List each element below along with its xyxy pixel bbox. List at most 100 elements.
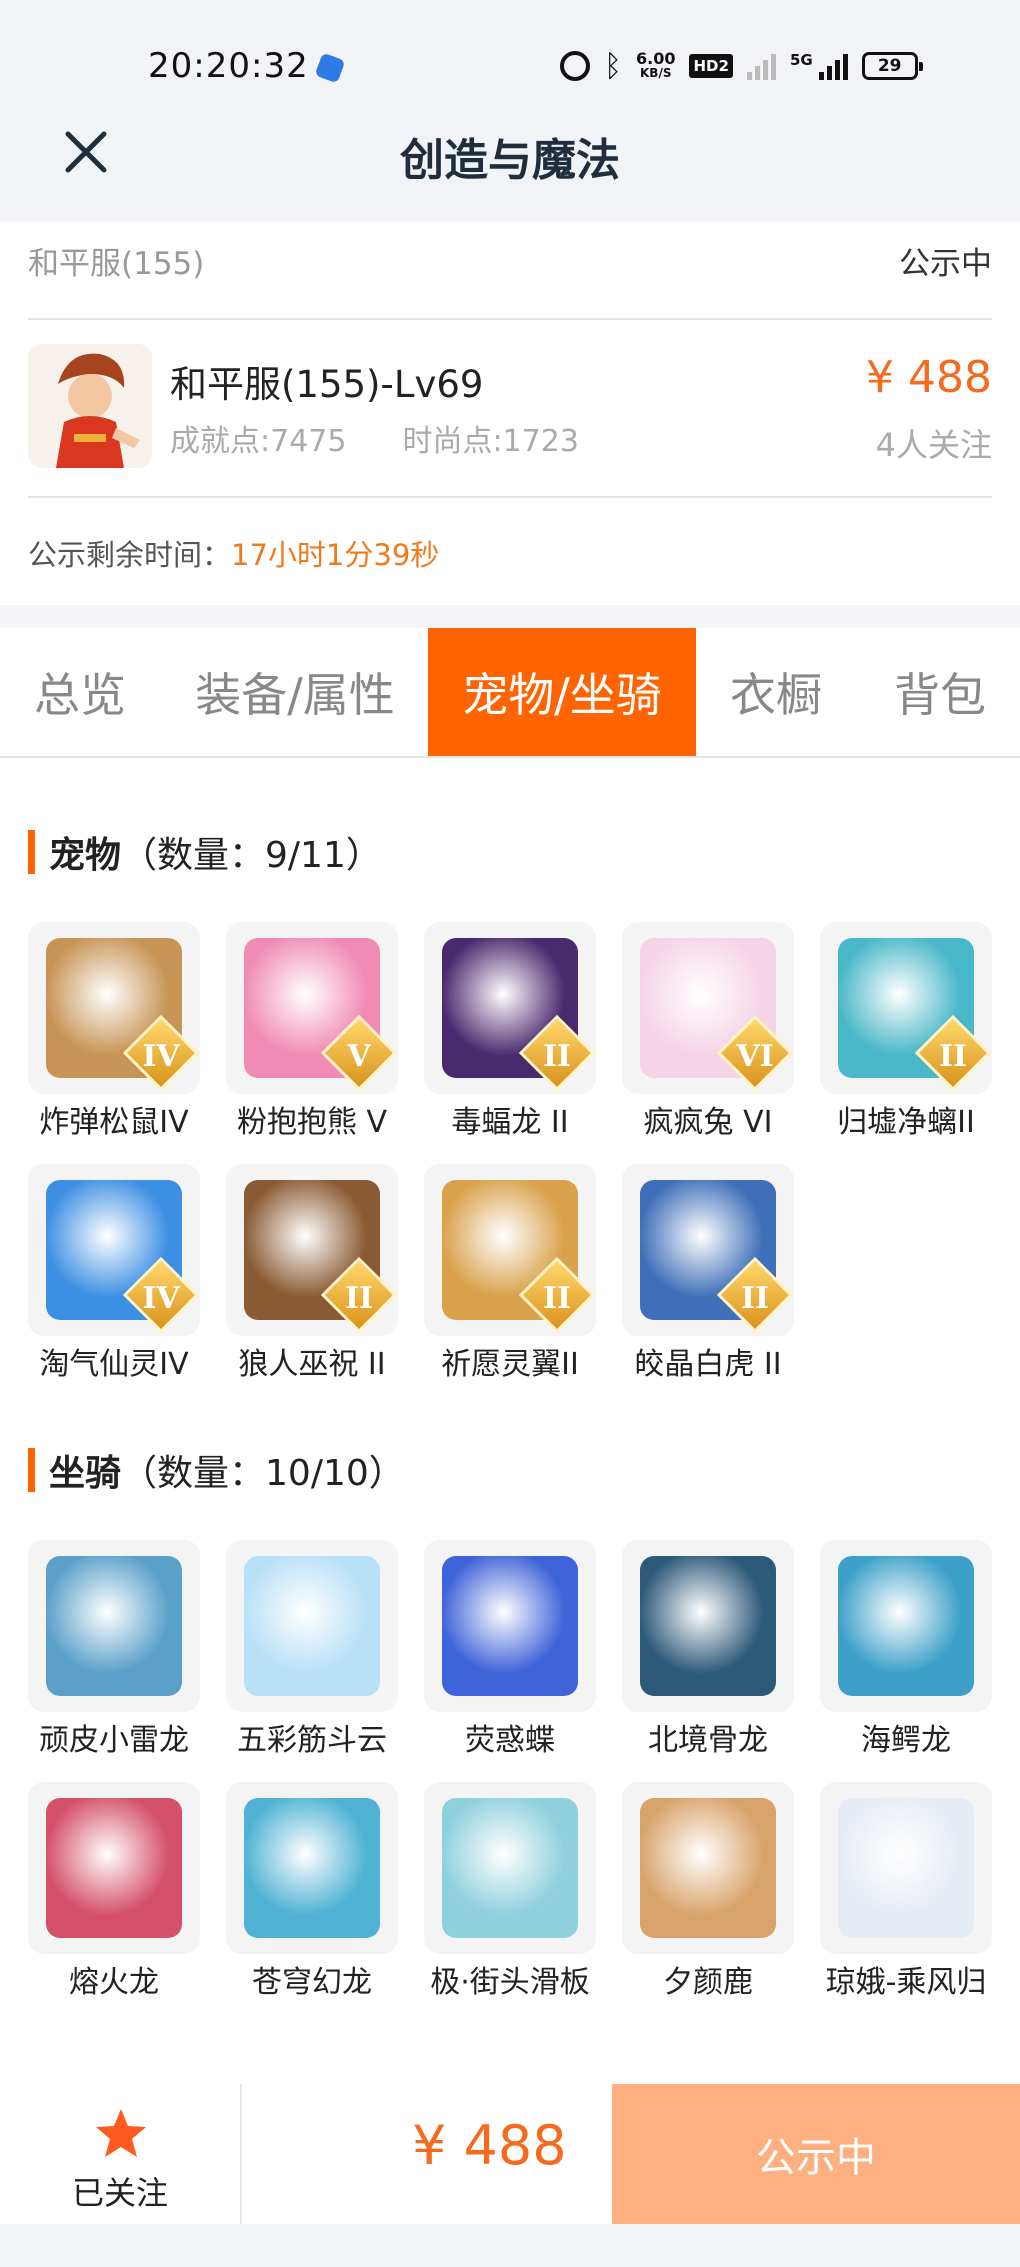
mount-image [442,1798,578,1938]
bottom-price: ¥ 488 [412,2114,567,2177]
mount-thumbnail [820,1782,992,1954]
status-button[interactable]: 公示中 [612,2084,1020,2224]
server-name: 和平服(155) [28,246,205,282]
pet-thumbnail: II [226,1164,398,1336]
status-time: 20:20:32 [148,46,309,86]
pet-item[interactable]: II 归墟净螭II [820,922,992,1144]
mount-item[interactable]: 北境骨龙 [622,1540,794,1762]
tab-overview[interactable]: 总览 [0,628,160,756]
pet-name: 皎晶白虎 II [634,1347,782,1382]
page-title: 创造与魔法 [400,135,620,186]
app-notification-icon [314,52,346,84]
mount-item[interactable]: 荧惑蝶 [424,1540,596,1762]
tab-equipment[interactable]: 装备/属性 [172,628,418,756]
mount-item[interactable]: 琼娥-乘风归 [820,1782,992,2004]
mounts-title: 坐骑 [49,1453,122,1494]
mount-image [46,1798,182,1938]
pet-item[interactable]: IV 炸弹松鼠IV [28,922,200,1144]
pet-thumbnail: IV [28,1164,200,1336]
follow-label: 已关注 [71,2174,168,2212]
status-icons: ᛒ 6.00 KB/S HD2 5G 29 [560,48,923,84]
pet-name: 炸弹松鼠IV [39,1105,189,1140]
pet-thumbnail: VI [622,922,794,1094]
mount-thumbnail [226,1782,398,1954]
mount-item[interactable]: 夕颜鹿 [622,1782,794,2004]
rank-badge-label: II [542,1281,572,1316]
tab-pets-mounts[interactable]: 宠物/坐骑 [428,628,696,756]
mount-image [46,1556,182,1696]
section-accent [28,830,35,874]
pet-thumbnail: II [622,1164,794,1336]
mount-item[interactable]: 五彩筋斗云 [226,1540,398,1762]
mounts-count: （数量：10/10） [121,1453,405,1494]
tab-bar: 总览 装备/属性 宠物/坐骑 衣橱 背包 [0,628,1020,758]
pet-name: 毒蝠龙 II [451,1105,569,1140]
pets-section-title: 宠物 （数量：9/11） [28,826,382,878]
follow-button[interactable]: 已关注 [0,2084,242,2224]
rank-badge-label: IV [142,1039,180,1074]
pet-item[interactable]: VI 疯疯兔 VI [622,922,794,1144]
mount-name: 琼娥-乘风归 [825,1965,987,2000]
network-speed-unit: KB/S [640,66,672,80]
mount-thumbnail [424,1540,596,1712]
tab-bag[interactable]: 背包 [860,628,1020,756]
pet-name: 归墟净螭II [837,1105,975,1140]
character-card[interactable]: 和平服(155)-Lv69 成就点:7475 时尚点:1723 ¥ 488 4人… [28,322,992,498]
mount-name: 北境骨龙 [648,1723,768,1758]
mount-image [244,1556,380,1696]
mount-image [640,1556,776,1696]
pet-item[interactable]: II 狼人巫祝 II [226,1164,398,1386]
mount-image [838,1556,974,1696]
rank-badge-label: V [347,1039,371,1074]
tab-wardrobe[interactable]: 衣橱 [706,628,846,756]
mount-name: 熔火龙 [69,1965,159,2000]
pet-item[interactable]: IV 淘气仙灵IV [28,1164,200,1386]
alarm-icon [560,51,590,81]
rank-badge-label: IV [142,1281,180,1316]
mount-item[interactable]: 顽皮小雷龙 [28,1540,200,1762]
countdown-label: 公示剩余时间： [28,538,232,572]
status-bar: 20:20:32 ᛒ 6.00 KB/S HD2 5G 29 [0,0,1020,118]
hd-badge: HD2 [689,54,733,78]
star-icon [96,2109,146,2157]
mount-name: 五彩筋斗云 [237,1723,387,1758]
pets-count: （数量：9/11） [121,835,382,876]
network-speed-value: 6.00 [636,49,676,68]
pets-grid: IV 炸弹松鼠IV V 粉抱抱熊 V II 毒蝠龙 II VI 疯疯兔 VI II 归墟净螭II I… [28,922,992,1382]
character-name: 和平服(155)-Lv69 [170,363,484,406]
follower-count: 4人关注 [875,426,992,464]
mount-image [442,1556,578,1696]
bottom-action-bar: 已关注 ¥ 488 公示中 [0,2084,1020,2224]
mount-item[interactable]: 极·街头滑板 [424,1782,596,2004]
countdown-value: 17小时1分39秒 [231,538,440,572]
mount-thumbnail [622,1782,794,1954]
mount-name: 苍穹幻龙 [252,1965,372,2000]
pet-name: 疯疯兔 VI [643,1105,773,1140]
network-speed: 6.00 KB/S [636,51,675,81]
mount-name: 海鳄龙 [861,1723,951,1758]
mounts-grid: 顽皮小雷龙 五彩筋斗云 荧惑蝶 北境骨龙 海鳄龙熔火龙 苍穹幻龙 极·街头滑板 夕颜鹿 琼娥-乘… [28,1540,992,2060]
pet-item[interactable]: II 毒蝠龙 II [424,922,596,1144]
mounts-section-title: 坐骑 （数量：10/10） [28,1444,405,1496]
mount-item[interactable]: 熔火龙 [28,1782,200,2004]
mount-image [244,1798,380,1938]
pet-thumbnail: II [820,922,992,1094]
rank-badge-label: II [542,1039,572,1074]
title-bar: 创造与魔法 [0,118,1020,222]
countdown-row: 公示剩余时间：17小时1分39秒 [28,532,439,574]
bluetooth-icon: ᛒ [604,48,622,84]
mount-item[interactable]: 苍穹幻龙 [226,1782,398,2004]
listing-content: 和平服(155) 公示中 和平服(155)-Lv69 成就点:7475 时尚点:… [0,222,1020,2084]
mount-thumbnail [820,1540,992,1712]
pet-item[interactable]: II 皎晶白虎 II [622,1164,794,1386]
battery-level: 29 [877,56,902,76]
pet-item[interactable]: II 祈愿灵翼II [424,1164,596,1386]
rank-badge-label: II [740,1281,770,1316]
mount-name: 夕颜鹿 [663,1965,753,2000]
listing-price: ¥ 488 [866,352,992,403]
pet-item[interactable]: V 粉抱抱熊 V [226,922,398,1144]
mount-item[interactable]: 海鳄龙 [820,1540,992,1762]
network-type: 5G [789,51,813,69]
pet-thumbnail: II [424,1164,596,1336]
pet-name: 祈愿灵翼II [441,1347,579,1382]
